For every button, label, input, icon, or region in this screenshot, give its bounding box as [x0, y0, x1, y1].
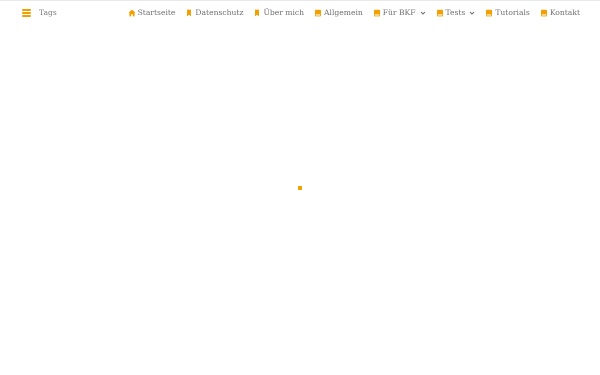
chevron-down-icon[interactable]	[420, 10, 426, 16]
book-icon	[436, 9, 444, 17]
book-icon	[373, 9, 381, 17]
page: Tags Startseite Datenschutz Über mich Al…	[0, 0, 600, 375]
header-left: Tags	[22, 8, 57, 18]
nav-item-label: Datenschutz	[195, 8, 244, 17]
hamburger-icon[interactable]	[22, 9, 31, 17]
book-icon	[540, 9, 548, 17]
site-header: Tags Startseite Datenschutz Über mich Al…	[0, 1, 600, 25]
chevron-down-icon[interactable]	[469, 10, 475, 16]
nav-item-label: Tutorials	[495, 8, 530, 17]
nav-item-tests[interactable]: Tests	[436, 8, 476, 18]
nav-item-datenschutz[interactable]: Datenschutz	[185, 8, 243, 18]
main-nav: Startseite Datenschutz Über mich Allgeme…	[127, 8, 580, 18]
home-icon	[127, 9, 136, 17]
nav-item-label: Über mich	[263, 8, 305, 17]
book-icon	[314, 9, 322, 17]
loading-indicator	[298, 186, 302, 190]
bookmark-icon	[253, 9, 261, 17]
nav-item-label: Startseite	[137, 8, 176, 17]
nav-item-startseite[interactable]: Startseite	[127, 8, 176, 18]
nav-item-fuer-bkf[interactable]: Für BKF	[373, 8, 426, 18]
nav-item-label: Allgemein	[324, 8, 363, 17]
tags-link[interactable]: Tags	[39, 8, 57, 18]
nav-item-kontakt[interactable]: Kontakt	[540, 8, 580, 18]
nav-item-label: Tests	[445, 8, 466, 17]
book-icon	[485, 9, 493, 17]
nav-item-label: Kontakt	[549, 8, 580, 17]
bookmark-icon	[185, 9, 193, 17]
nav-item-ueber-mich[interactable]: Über mich	[253, 8, 304, 18]
nav-item-tutorials[interactable]: Tutorials	[485, 8, 530, 18]
nav-item-label: Für BKF	[382, 8, 416, 17]
nav-item-allgemein[interactable]: Allgemein	[314, 8, 363, 18]
